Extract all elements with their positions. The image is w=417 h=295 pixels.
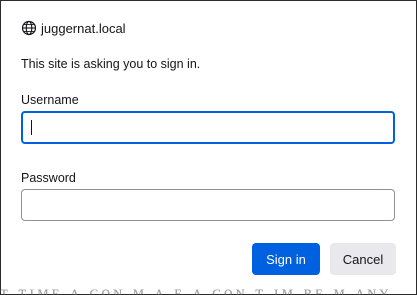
password-field[interactable]: [21, 189, 395, 221]
background-page-glyphs: ᴛ ᴛɪᴍᴇ ᴀ ᴄᴏɴ ᴍ ᴀ ᴇ ᴀ ᴄᴏɴ ᴛ ɪᴍ ʙᴇ ᴍ ᴀɴʏ: [0, 284, 392, 295]
origin-host: juggernat.local: [41, 20, 126, 36]
text-caret: [31, 120, 32, 135]
username-field[interactable]: [21, 111, 395, 144]
auth-message: This site is asking you to sign in.: [21, 57, 201, 71]
globe-icon: [21, 20, 37, 36]
sign-in-dialog: juggernat.local This site is asking you …: [1, 1, 414, 284]
username-label: Username: [21, 93, 79, 107]
password-label: Password: [21, 171, 76, 185]
sign-in-button[interactable]: Sign in: [252, 243, 320, 275]
cancel-button[interactable]: Cancel: [330, 243, 396, 275]
background-page-strip: ᴛ ᴛɪᴍᴇ ᴀ ᴄᴏɴ ᴍ ᴀ ᴇ ᴀ ᴄᴏɴ ᴛ ɪᴍ ʙᴇ ᴍ ᴀɴʏ: [0, 284, 417, 295]
site-origin: juggernat.local: [21, 19, 126, 37]
